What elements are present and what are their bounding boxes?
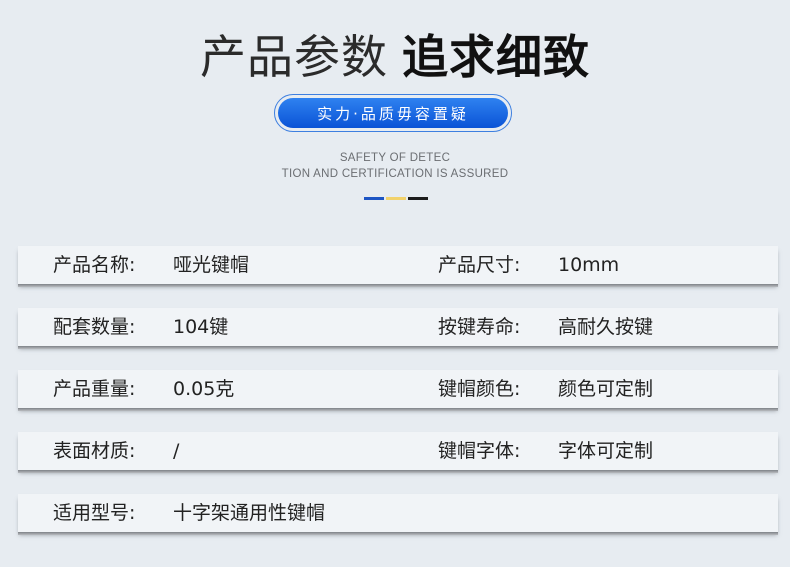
spec-label: 产品重量:: [53, 378, 136, 400]
spec-label: 键帽字体:: [438, 440, 521, 462]
spec-row: 表面材质: / 键帽字体: 字体可定制: [18, 432, 778, 473]
spec-label: 适用型号:: [53, 502, 136, 524]
subtitle-line-1: SAFETY OF DETEC: [339, 152, 451, 164]
title-bold: 追求细致: [402, 30, 590, 84]
accent-divider: [364, 197, 428, 200]
spec-row: 适用型号: 十字架通用性键帽: [18, 494, 778, 535]
spec-label: 产品尺寸:: [438, 254, 521, 276]
spec-row: 产品重量: 0.05克 键帽颜色: 颜色可定制: [18, 370, 778, 411]
spec-value: 十字架通用性键帽: [173, 502, 326, 524]
divider-dash-yellow: [386, 197, 406, 200]
spec-value: 哑光键帽: [173, 254, 250, 276]
page-title: 产品参数 追求细致: [0, 28, 790, 86]
spec-label: 表面材质:: [53, 440, 136, 462]
spec-label: 产品名称:: [53, 254, 136, 276]
slogan-text: 实力·品质毋容置疑: [278, 98, 508, 128]
slogan-badge: 实力·品质毋容置疑: [274, 94, 512, 132]
spec-value: 颜色可定制: [558, 378, 654, 400]
spec-value: /: [173, 440, 180, 462]
divider-dash-blue: [364, 197, 384, 200]
spec-row: 产品名称: 哑光键帽 产品尺寸: 10mm: [18, 246, 778, 287]
spec-value: 字体可定制: [558, 440, 654, 462]
spec-row: 配套数量: 104键 按键寿命: 高耐久按键: [18, 308, 778, 349]
spec-label: 配套数量:: [53, 316, 136, 338]
title-light: 产品参数: [200, 30, 388, 84]
spec-value: 104键: [173, 316, 229, 338]
spec-label: 键帽颜色:: [438, 378, 521, 400]
spec-label: 按键寿命:: [438, 316, 521, 338]
spec-value: 高耐久按键: [558, 316, 654, 338]
spec-value: 10mm: [558, 254, 620, 276]
spec-value: 0.05克: [173, 378, 235, 400]
subtitle-line-2: TION AND CERTIFICATION IS ASSURED: [281, 168, 509, 180]
divider-dash-black: [408, 197, 428, 200]
